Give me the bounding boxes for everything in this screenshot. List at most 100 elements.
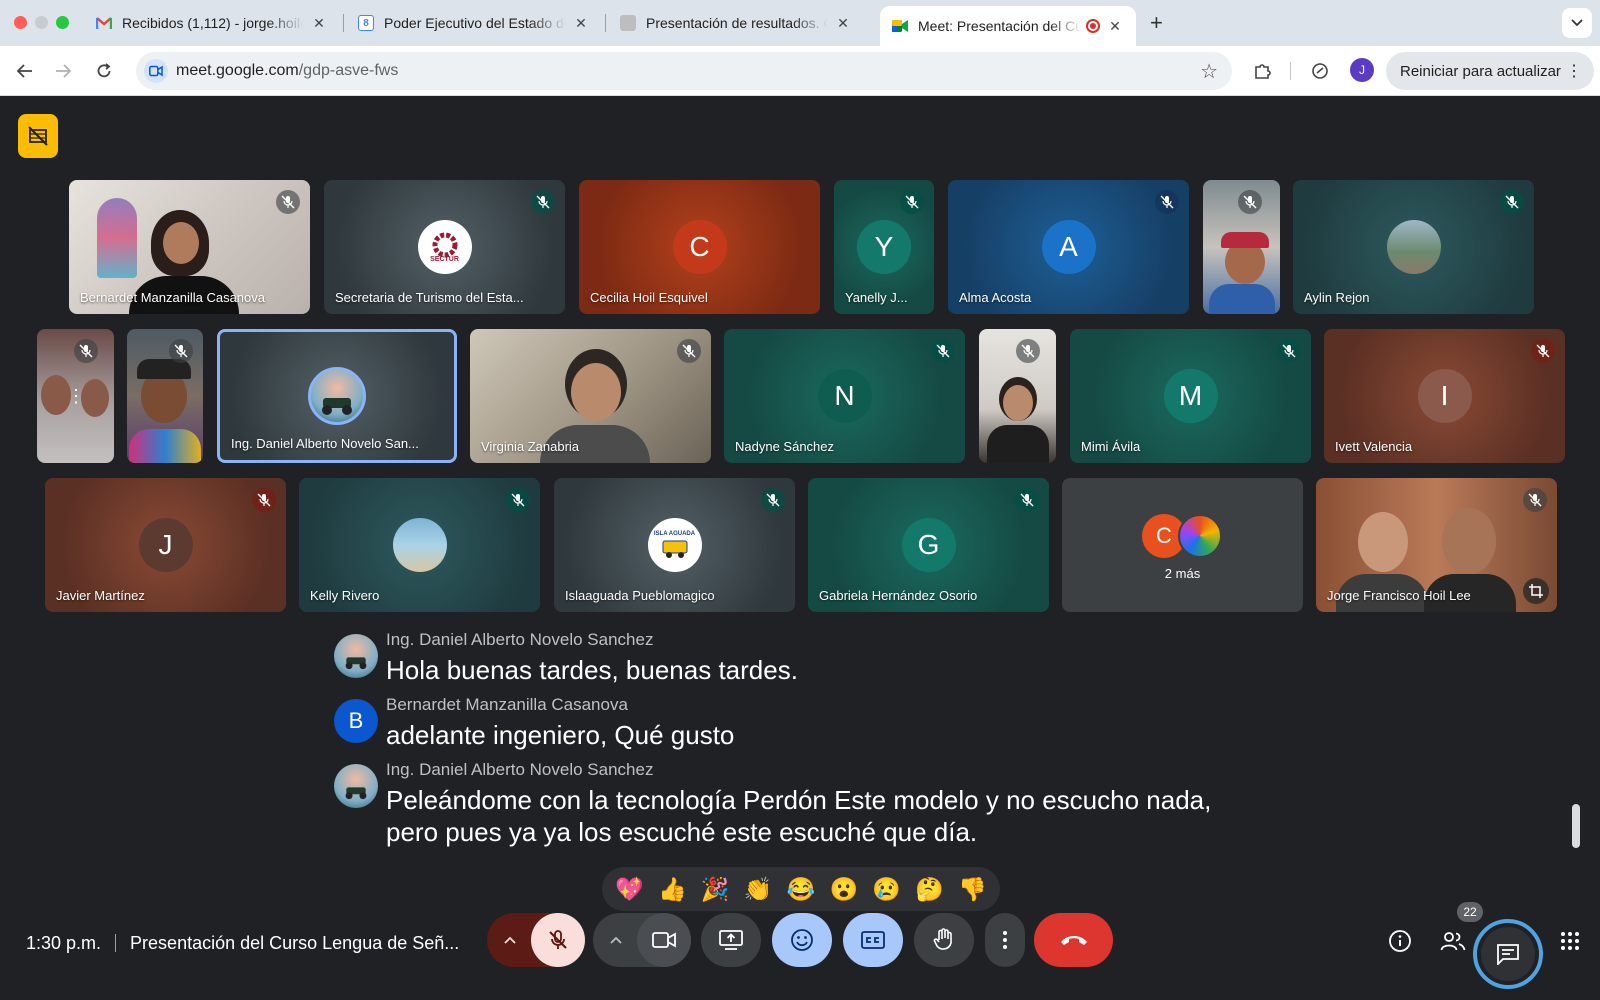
mic-toggle-button[interactable] — [531, 913, 585, 967]
ai-companion-icon[interactable] — [1308, 59, 1332, 83]
participant-name: Jorge Francisco Hoil Lee — [1327, 588, 1471, 603]
people-button[interactable] — [1435, 923, 1471, 959]
participant-tile[interactable]: ⋮ — [37, 329, 114, 463]
thumbs-up-reaction[interactable]: 👍 — [652, 876, 692, 903]
laughing-reaction[interactable]: 😂 — [781, 876, 821, 903]
present-screen-button[interactable] — [701, 913, 761, 967]
reload-icon — [97, 63, 111, 78]
sparkling-heart-reaction[interactable]: 💖 — [609, 876, 649, 903]
participant-initial-avatar: C — [672, 220, 727, 274]
browser-toolbar: meet.google.com/gdp-asve-fws ☆ J Reinici… — [0, 46, 1600, 96]
camera-options-button[interactable] — [593, 913, 639, 967]
participant-tile[interactable]: ISLA AGUADA Islaaguada Pueblomagico — [554, 478, 795, 612]
participant-tile[interactable]: C Cecilia Hoil Esquivel — [579, 180, 820, 314]
mic-off-icon — [900, 190, 924, 214]
participant-tile[interactable]: Y Yanelly J... — [834, 180, 934, 314]
url-text[interactable]: meet.google.com/gdp-asve-fws — [176, 62, 398, 80]
reactions-bar: 💖 👍 🎉 👏 😂 😮 😢 🤔 👎 — [602, 867, 1000, 911]
participant-name: Alma Acosta — [959, 290, 1032, 305]
crying-reaction[interactable]: 😢 — [867, 876, 907, 903]
more-options-button[interactable] — [985, 913, 1025, 967]
restart-to-update-button[interactable]: Reiniciar para actualizar ⋮ — [1386, 52, 1594, 90]
participant-initial-avatar: J — [138, 518, 193, 572]
extensions-icon[interactable] — [1250, 59, 1274, 83]
participant-tile[interactable]: Virginia Zanabria — [470, 329, 711, 463]
captions-button[interactable] — [843, 913, 903, 967]
forward-button[interactable] — [50, 58, 76, 84]
raise-hand-button[interactable] — [914, 913, 974, 967]
participant-tile[interactable]: N Nadyne Sánchez — [724, 329, 965, 463]
window-zoom-button[interactable] — [56, 16, 69, 29]
participant-tile-active-speaker[interactable]: Ing. Daniel Alberto Novelo San... — [217, 329, 457, 463]
person-face — [1358, 512, 1408, 572]
clapping-reaction[interactable]: 👏 — [738, 876, 778, 903]
participant-tile[interactable]: Kelly Rivero — [299, 478, 540, 612]
chat-button[interactable] — [1473, 919, 1543, 989]
participant-tile[interactable] — [1203, 180, 1280, 314]
bookmark-star-icon[interactable]: ☆ — [1200, 59, 1218, 84]
reactions-button[interactable] — [772, 913, 832, 967]
kebab-menu-icon[interactable]: ⋮ — [1566, 61, 1582, 81]
close-icon[interactable]: ✕ — [834, 15, 852, 32]
meet-site-icon[interactable] — [144, 59, 168, 83]
participant-tile[interactable]: I Ivett Valencia — [1324, 329, 1565, 463]
thumbs-down-reaction[interactable]: 👎 — [952, 876, 992, 903]
leave-call-button[interactable] — [1034, 913, 1113, 967]
camera-toggle-button[interactable] — [637, 913, 691, 967]
crop-icon[interactable] — [1523, 578, 1549, 604]
participant-tile[interactable]: M Mimi Ávila — [1070, 329, 1311, 463]
participant-name: Virginia Zanabria — [481, 439, 580, 454]
address-bar[interactable]: meet.google.com/gdp-asve-fws ☆ — [136, 52, 1232, 90]
back-button[interactable] — [12, 58, 38, 84]
tab-gmail[interactable]: Recibidos (1,112) - jorge.hoil@ ✕ — [84, 6, 340, 40]
participant-name: Secretaria de Turismo del Esta... — [335, 290, 524, 305]
party-popper-reaction[interactable]: 🎉 — [695, 876, 735, 903]
activities-button[interactable] — [1552, 923, 1588, 959]
person-face — [571, 363, 621, 421]
surprised-reaction[interactable]: 😮 — [824, 876, 864, 903]
url-domain: meet.google.com — [176, 62, 299, 79]
participant-tile[interactable]: SECTUR Secretaria de Turismo del Esta... — [324, 180, 565, 314]
participant-name: Ivett Valencia — [1335, 439, 1413, 454]
mic-off-icon — [1531, 339, 1555, 363]
mic-options-button[interactable] — [487, 913, 533, 967]
more-participants-tile[interactable]: C 2 más — [1062, 478, 1303, 612]
tab-search-button[interactable] — [1562, 8, 1592, 38]
window-minimize-button[interactable] — [35, 16, 48, 29]
tab-title: Recibidos (1,112) - jorge.hoil@ — [122, 15, 304, 31]
participant-tile[interactable]: Aylin Rejon — [1293, 180, 1534, 314]
thinking-reaction[interactable]: 🤔 — [910, 876, 950, 903]
participant-tile[interactable]: Bernardet Manzanilla Casanova — [69, 180, 310, 314]
recording-badge[interactable] — [18, 114, 58, 158]
participant-initial-avatar: G — [901, 518, 956, 572]
participant-initial-avatar: N — [817, 369, 872, 423]
mic-off-icon — [1500, 190, 1524, 214]
emoji-smile-icon — [791, 929, 813, 951]
close-icon[interactable]: ✕ — [310, 15, 328, 32]
close-icon[interactable]: ✕ — [572, 15, 590, 32]
profile-avatar[interactable]: J — [1350, 58, 1374, 82]
arrow-right-icon — [56, 64, 71, 78]
tab-meet[interactable]: Meet: Presentación del Cu ✕ — [880, 6, 1136, 46]
wall-art — [97, 198, 137, 278]
window-close-button[interactable] — [14, 16, 27, 29]
person-face — [163, 222, 199, 264]
bus-logo-icon — [662, 540, 687, 558]
participant-tile[interactable]: G Gabriela Hernández Osorio — [808, 478, 1049, 612]
participant-tile[interactable] — [979, 329, 1056, 463]
new-tab-button[interactable]: + — [1150, 10, 1163, 36]
participant-tile[interactable]: A Alma Acosta — [948, 180, 1189, 314]
participant-tile-self[interactable]: Jorge Francisco Hoil Lee — [1316, 478, 1557, 612]
tab-slides[interactable]: Presentación de resultados. C ✕ — [608, 6, 864, 40]
participant-name: Aylin Rejon — [1304, 290, 1370, 305]
more-options-icon[interactable]: ⋮ — [67, 381, 85, 411]
close-icon[interactable]: ✕ — [1106, 18, 1124, 35]
tab-forms[interactable]: 8 Poder Ejecutivo del Estado de ✕ — [346, 6, 602, 40]
participant-tile[interactable] — [127, 329, 203, 463]
meeting-details-button[interactable] — [1382, 923, 1418, 959]
captions-scrollbar[interactable] — [1572, 804, 1580, 848]
reload-button[interactable] — [91, 58, 117, 84]
tab-title: Meet: Presentación del Cu — [918, 18, 1082, 34]
person-face — [81, 379, 109, 417]
participant-tile[interactable]: J Javier Martínez — [45, 478, 286, 612]
